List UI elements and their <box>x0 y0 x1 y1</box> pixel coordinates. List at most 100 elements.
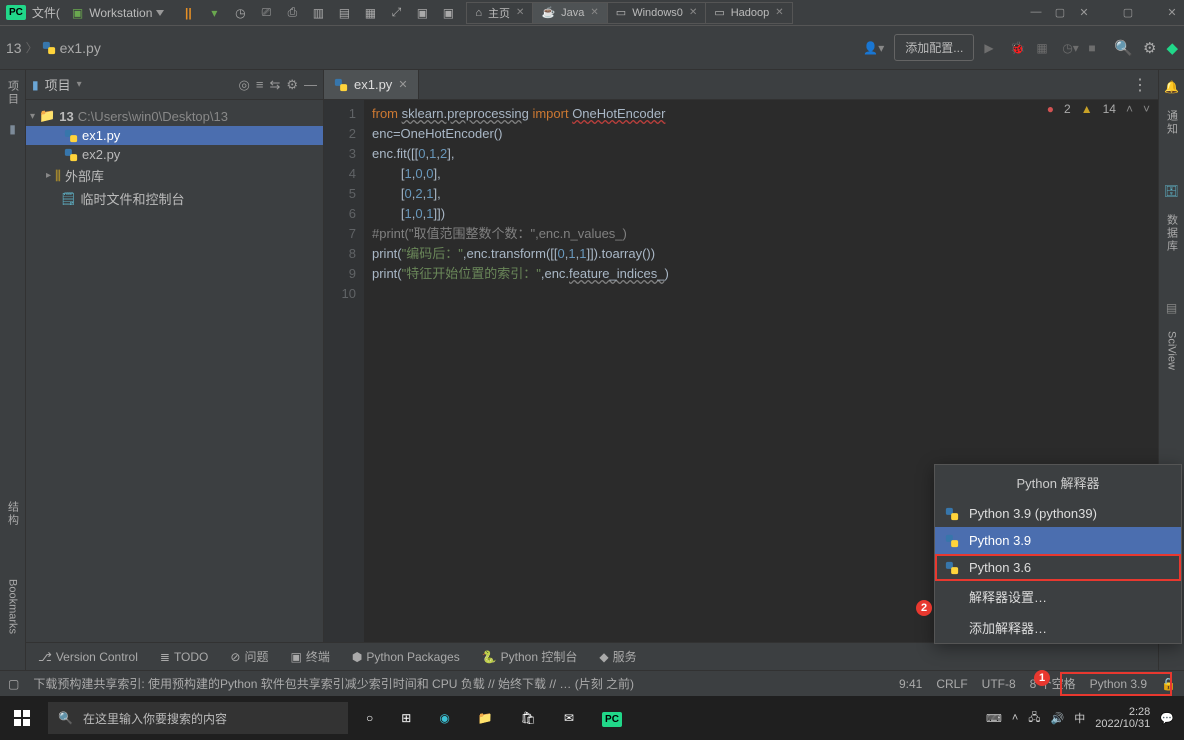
console-tool[interactable]: 🐍Python 控制台 <box>482 648 578 665</box>
pycharm-task-icon[interactable]: PC <box>602 711 622 725</box>
breadcrumb-root[interactable]: 13 <box>6 40 22 56</box>
volume-icon[interactable]: 🔊 <box>1051 712 1065 725</box>
sciview-icon[interactable]: ▤ <box>1166 301 1177 315</box>
sciview-vtab[interactable]: SciView <box>1166 331 1178 370</box>
bookmarks-vtab[interactable]: Bookmarks <box>7 579 19 634</box>
encoding[interactable]: UTF-8 <box>982 677 1016 691</box>
maximize-button[interactable]: ▢ <box>1048 6 1072 19</box>
caret-position[interactable]: 9:41 <box>899 677 922 691</box>
close-icon[interactable]: ✕ <box>398 78 407 91</box>
tree-scratches[interactable]: 🗒 临时文件和控制台 <box>26 187 323 210</box>
expand-tree-icon[interactable]: ⇆ <box>269 77 280 93</box>
pause-icon[interactable]: || <box>180 5 196 21</box>
project-tab-icon[interactable]: ▮ <box>9 122 16 136</box>
taskview-icon[interactable]: ⊞ <box>401 711 411 725</box>
keyboard-icon[interactable]: ⌨ <box>986 712 1002 725</box>
profile-icon[interactable]: ◷▾ <box>1062 41 1078 55</box>
minimize-button[interactable]: — <box>1024 6 1048 19</box>
target-icon[interactable]: ◎ <box>239 77 250 93</box>
interpreter-add[interactable]: 添加解释器… <box>935 612 1181 643</box>
terminal1-icon[interactable]: ▣ <box>414 5 430 21</box>
gear-icon[interactable]: ⚙ <box>1143 39 1156 57</box>
tree-external-libs[interactable]: ▸ ⫼ 外部库 <box>26 164 323 187</box>
notifications-icon[interactable]: 💬 <box>1160 712 1174 725</box>
edge-icon[interactable]: ◉ <box>439 711 449 725</box>
explorer-icon[interactable]: 📁 <box>478 711 493 725</box>
notify-vtab[interactable]: 通知 <box>1164 110 1180 136</box>
tab-java[interactable]: ☕Java✕ <box>532 2 607 24</box>
printer-icon[interactable]: ⎙ <box>284 5 300 21</box>
db-vtab[interactable]: 数据库 <box>1164 214 1180 253</box>
hide-icon[interactable]: — <box>304 77 317 92</box>
todo-tool[interactable]: ≣TODO <box>160 650 209 664</box>
tab-hadoop[interactable]: ▭Hadoop✕ <box>705 2 792 24</box>
terminal-tool[interactable]: ▣终端 <box>290 648 329 665</box>
editor-more-icon[interactable]: ⋮ <box>1122 75 1158 95</box>
file-menu[interactable]: 文件( <box>32 4 60 21</box>
close-icon[interactable]: ✕ <box>689 7 697 18</box>
picture-icon[interactable]: ⎚ <box>258 5 274 21</box>
mail-icon[interactable]: ✉ <box>564 711 574 725</box>
vcs-tool[interactable]: ⎇Version Control <box>38 650 138 664</box>
user-icon[interactable]: 👤▾ <box>863 41 884 55</box>
lock-icon[interactable]: 🔒 <box>1161 677 1176 691</box>
search-icon[interactable]: 🔍 <box>1114 39 1133 57</box>
packages-tool[interactable]: ⬢Python Packages <box>352 650 460 664</box>
interpreter-option-1[interactable]: Python 3.9 <box>935 527 1181 554</box>
network-icon[interactable]: 🖧 <box>1028 709 1040 728</box>
add-config-button[interactable]: 添加配置... <box>894 34 974 61</box>
store-icon[interactable]: 🛍 <box>521 711 536 725</box>
layout1-icon[interactable]: ▥ <box>310 5 326 21</box>
close-icon[interactable]: ✕ <box>516 7 524 18</box>
list-icon: ≣ <box>160 650 170 664</box>
tree-root[interactable]: ▾ 📁 13 C:\Users\win0\Desktop\13 <box>26 106 323 126</box>
chevron-down-icon[interactable]: ˅ <box>1143 102 1150 116</box>
bell-icon[interactable]: 🔔 <box>1164 80 1179 94</box>
collapse-icon[interactable]: ≡ <box>256 77 264 92</box>
outer-close-button[interactable]: ✕ <box>1160 6 1184 19</box>
structure-vtab[interactable]: 结构 <box>5 501 21 527</box>
close-icon[interactable]: ✕ <box>775 7 783 18</box>
ime-indicator[interactable]: 中 <box>1074 710 1085 726</box>
layout3-icon[interactable]: ▦ <box>362 5 378 21</box>
line-sep[interactable]: CRLF <box>936 677 967 691</box>
tree-file-ex1[interactable]: ex1.py <box>26 126 323 145</box>
debug-icon[interactable]: 🐞 <box>1010 41 1026 55</box>
tab-home[interactable]: ⌂主页✕ <box>466 2 533 24</box>
tray-chevron-icon[interactable]: ˄ <box>1012 712 1018 724</box>
expand-icon[interactable]: ⤢ <box>388 5 404 21</box>
tree-file-ex2[interactable]: ex2.py <box>26 145 323 164</box>
taskbar-search[interactable]: 🔍 在这里输入你要搜索的内容 <box>48 702 348 734</box>
problems-tool[interactable]: ⊘问题 <box>230 648 268 665</box>
run-icon[interactable]: ▶ <box>984 41 1000 55</box>
breadcrumb-file[interactable]: ex1.py <box>60 40 101 56</box>
db-icon[interactable]: 🗄 <box>1164 184 1179 198</box>
interpreter-status[interactable]: Python 3.9 <box>1090 677 1147 691</box>
start-button[interactable] <box>0 710 44 726</box>
chevron-down-icon[interactable]: ▾ <box>77 79 82 90</box>
coverage-icon[interactable]: ▦ <box>1036 41 1052 55</box>
close-button[interactable]: ✕ <box>1072 6 1096 19</box>
workstation-dropdown[interactable]: Workstation <box>83 4 170 22</box>
stop-icon[interactable]: ■ <box>1088 41 1104 55</box>
terminal2-icon[interactable]: ▣ <box>440 5 456 21</box>
chevron-up-icon[interactable]: ˄ <box>1126 102 1133 116</box>
project-vtab[interactable]: 项目 <box>5 80 21 106</box>
interpreter-option-2[interactable]: Python 3.6 <box>935 554 1181 581</box>
gear-icon[interactable]: ⚙ <box>286 77 298 93</box>
layout2-icon[interactable]: ▤ <box>336 5 352 21</box>
close-icon[interactable]: ✕ <box>590 7 598 18</box>
brand-icon[interactable]: ◆ <box>1166 39 1178 57</box>
interpreter-option-0[interactable]: Python 3.9 (python39) <box>935 500 1181 527</box>
inspection-widget[interactable]: ●2 ▲14 ˄ ˅ <box>1047 102 1150 116</box>
resume-icon[interactable]: ▾ <box>206 5 222 21</box>
cortana-icon[interactable]: ○ <box>366 711 373 725</box>
clock-icon[interactable]: ◷ <box>232 5 248 21</box>
tray-clock[interactable]: 2:28 2022/10/31 <box>1095 706 1150 730</box>
services-tool[interactable]: ◆服务 <box>599 648 636 665</box>
tab-windows0[interactable]: ▭Windows0✕ <box>607 2 707 24</box>
status-icon[interactable]: ▢ <box>8 677 19 691</box>
interpreter-settings[interactable]: 解释器设置… <box>935 581 1181 612</box>
outer-maximize-button[interactable]: ▢ <box>1116 6 1140 19</box>
editor-tab-ex1[interactable]: ex1.py ✕ <box>324 70 419 99</box>
